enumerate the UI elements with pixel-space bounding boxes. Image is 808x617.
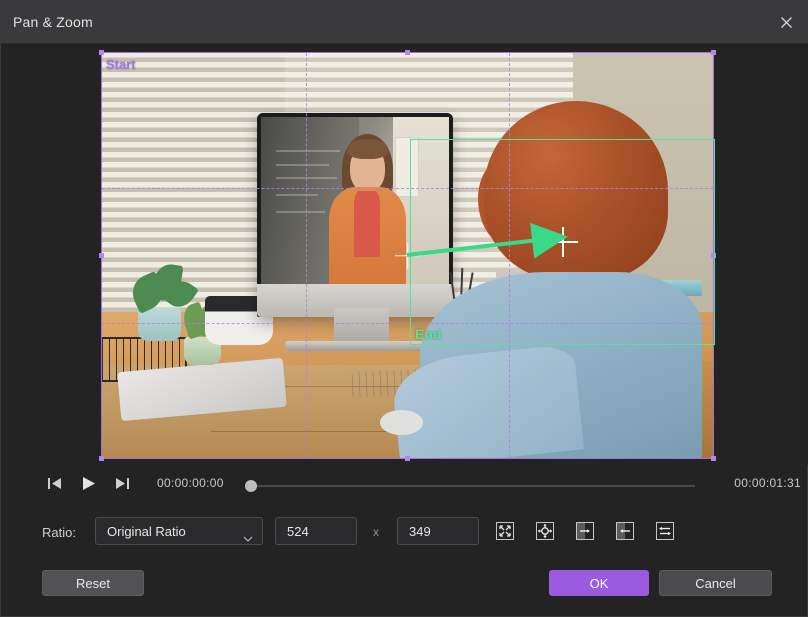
zoom-out-direction-icon[interactable] (614, 520, 636, 542)
ok-button[interactable]: OK (549, 570, 649, 596)
timeline-thumb[interactable] (245, 480, 257, 492)
zoom-in-direction-icon[interactable] (574, 520, 596, 542)
total-time-label: 00:00:01:31 (734, 476, 801, 490)
ratio-select-value: Original Ratio (107, 524, 186, 539)
swap-start-end-icon[interactable] (654, 520, 676, 542)
video-preview[interactable] (101, 52, 714, 459)
ratio-label: Ratio: (42, 525, 76, 540)
current-time-label: 00:00:00:00 (157, 476, 224, 490)
skip-next-icon[interactable] (110, 471, 134, 495)
chevron-down-icon (243, 529, 253, 547)
fit-to-frame-icon[interactable] (494, 520, 516, 542)
play-icon[interactable] (77, 471, 101, 495)
footer-bar: Reset OK Cancel (1, 559, 808, 617)
ratio-row: Ratio: Original Ratio x (1, 511, 808, 559)
center-move-icon[interactable] (534, 520, 556, 542)
pan-and-zoom-dialog: Pan & Zoom Start End 00:00:00:00 00:00:0… (0, 0, 808, 617)
timeline-track[interactable] (245, 485, 695, 487)
height-input[interactable] (397, 517, 479, 545)
cancel-button[interactable]: Cancel (659, 570, 772, 596)
close-icon[interactable] (767, 5, 805, 40)
title-bar: Pan & Zoom (1, 1, 808, 44)
video-scene-image (101, 52, 714, 459)
transport-bar: 00:00:00:00 00:00:01:31 (1, 465, 808, 501)
dialog-title: Pan & Zoom (13, 14, 93, 30)
preview-area: Start End (1, 44, 808, 465)
ratio-select[interactable]: Original Ratio (95, 517, 263, 545)
reset-button[interactable]: Reset (42, 570, 144, 596)
skip-previous-icon[interactable] (42, 471, 66, 495)
width-input[interactable] (275, 517, 357, 545)
dimension-separator: x (373, 525, 379, 539)
